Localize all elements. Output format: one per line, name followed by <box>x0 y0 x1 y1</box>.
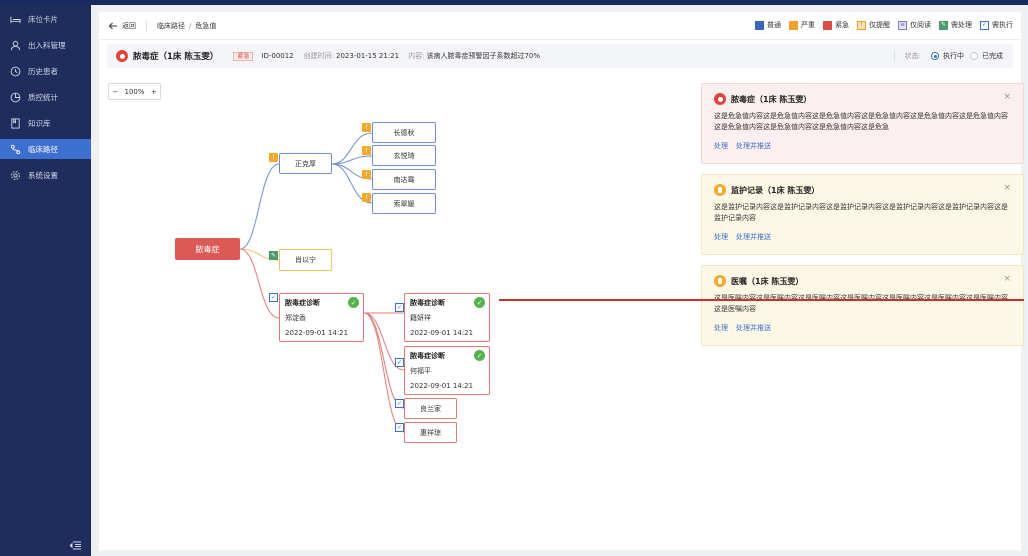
map-node-small[interactable]: 惠祥琼 <box>404 422 457 443</box>
handle-push-button[interactable]: 处理并推送 <box>736 232 771 242</box>
notice-critical: 脓毒症（1床 陈玉雯） × 这是危急值内容这是危急值内容这是危急值内容这是危急值… <box>701 83 1024 164</box>
user-icon <box>10 40 21 51</box>
bell-icon: ! <box>362 123 371 132</box>
map-node-leaf[interactable]: 长德秋 <box>372 122 436 143</box>
bed-icon <box>10 14 21 25</box>
bell-icon: ! <box>362 170 371 179</box>
map-node-small[interactable]: 良兰家 <box>404 398 457 419</box>
map-node-leaf[interactable]: 索翠媛 <box>372 193 436 214</box>
diagnosis-card-b[interactable]: 脓毒症诊断 何福平 2022-09-01 14:21 ✓ <box>404 346 490 395</box>
document-icon <box>714 184 726 196</box>
close-icon[interactable]: × <box>1003 92 1011 102</box>
collapse-menu-icon[interactable] <box>70 541 81 550</box>
sidebar-item-qc-stats[interactable]: 质控统计 <box>0 87 91 107</box>
checkbox-icon[interactable]: ✓ <box>395 399 404 408</box>
sidebar-item-bed-card[interactable]: 床位卡片 <box>0 9 91 29</box>
handle-button[interactable]: 处理 <box>714 323 728 333</box>
close-icon[interactable]: × <box>1003 183 1011 193</box>
checkbox-icon[interactable]: ✓ <box>395 423 404 432</box>
zoom-in-button[interactable]: + <box>151 88 157 96</box>
sidebar-item-clinical-path[interactable]: 临床路径 <box>0 139 91 159</box>
checkbox-icon[interactable]: ✓ <box>395 303 404 312</box>
book-icon <box>10 117 21 129</box>
bell-icon: ! <box>362 146 371 155</box>
sidebar: 床位卡片 出入科管理 历史患者 质控统计 知识库 临床路径 系统设置 <box>0 5 91 556</box>
map-node-leaf[interactable]: 南达骞 <box>372 169 436 190</box>
map-node-branch2[interactable]: 肖以宁 <box>279 249 332 271</box>
bell-icon: ! <box>269 153 278 162</box>
sidebar-item-admission[interactable]: 出入科管理 <box>0 35 91 55</box>
document-icon <box>714 275 726 287</box>
sidebar-item-history[interactable]: 历史患者 <box>0 61 91 81</box>
notice-order: 医嘱（1床 陈玉雯） × 这是医嘱内容这是医嘱内容这是医嘱内容这是医嘱内容这是医… <box>701 265 1024 346</box>
handle-push-button[interactable]: 处理并推送 <box>736 323 771 333</box>
diagnosis-card-main[interactable]: 脓毒症诊断 郑淀香 2022-09-01 14:21 ✓ <box>279 293 364 342</box>
zoom-level: 100% <box>124 87 145 96</box>
connector-line <box>499 299 1024 301</box>
handle-push-button[interactable]: 处理并推送 <box>736 141 771 151</box>
map-node-branch1[interactable]: 正克厚 <box>279 153 332 174</box>
main-panel: 返回 临床路径 / 危急值 普通 严重 紧急 ! 仅提醒 ≡ 仅阅读 ✎ 需处理 ✓ 需执行… <box>99 12 1024 550</box>
handle-button[interactable]: 处理 <box>714 232 728 242</box>
zoom-out-button[interactable]: − <box>112 88 118 96</box>
checkbox-icon[interactable]: ✓ <box>395 358 404 367</box>
pie-chart-icon <box>10 92 21 103</box>
map-root-node[interactable]: 脓毒症 <box>175 238 240 260</box>
alert-icon <box>714 93 726 105</box>
notice-monitor: 监护记录（1床 陈玉雯） × 这是监护记录内容这是监护记录内容这是监护记录内容这… <box>701 174 1024 255</box>
history-icon <box>10 66 21 77</box>
map-node-leaf[interactable]: 玄悦琦 <box>372 145 436 166</box>
path-icon <box>10 144 21 155</box>
edit-icon: ✎ <box>269 251 278 260</box>
check-circle-icon: ✓ <box>474 350 485 361</box>
handle-button[interactable]: 处理 <box>714 141 728 151</box>
zoom-control: − 100% + <box>108 83 161 100</box>
check-circle-icon: ✓ <box>348 297 359 308</box>
check-circle-icon: ✓ <box>474 297 485 308</box>
sidebar-item-settings[interactable]: 系统设置 <box>0 165 91 185</box>
gear-icon <box>10 170 21 181</box>
close-icon[interactable]: × <box>1003 274 1011 284</box>
top-strip <box>0 0 1028 5</box>
diagnosis-card-a[interactable]: 脓毒症诊断 籍妍祥 2022-09-01 14:21 ✓ <box>404 293 490 342</box>
sidebar-item-knowledge[interactable]: 知识库 <box>0 113 91 133</box>
checkbox-icon[interactable]: ✓ <box>269 293 278 302</box>
bell-icon: ! <box>362 193 371 202</box>
